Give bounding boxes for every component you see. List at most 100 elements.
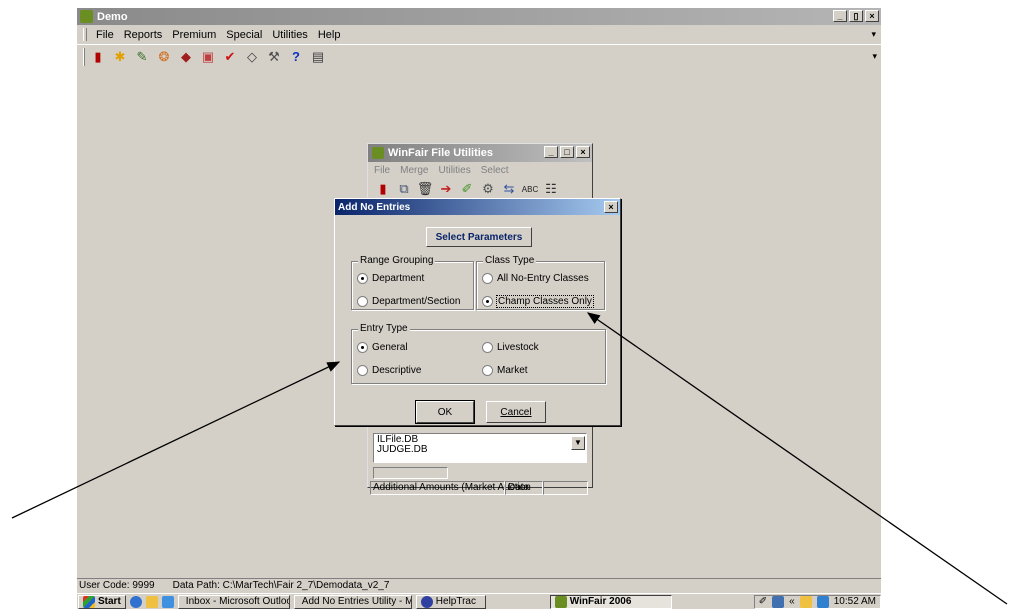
fu-close-button[interactable]: × [576, 146, 590, 158]
pencil-icon[interactable]: ✎ [133, 48, 151, 66]
entry-type-legend: Entry Type [358, 323, 410, 334]
taskbar-item-add-no-entries[interactable]: Add No Entries Utility - M... [293, 594, 412, 609]
file-list[interactable]: ILFile.DB JUDGE.DB ▼ [373, 433, 587, 463]
radio-button[interactable] [482, 342, 493, 353]
status-bar: User Code: 9999 Data Path: C:\MarTech\Fa… [77, 578, 881, 592]
file-utilities-status-bar: Additional Amounts (Market Auction Data [370, 481, 590, 495]
fu-copy-icon[interactable]: ⧉ [395, 180, 413, 198]
radio-market[interactable]: Market [482, 365, 528, 376]
outlook-quick-icon[interactable] [145, 595, 158, 608]
list-item[interactable]: JUDGE.DB [377, 445, 583, 455]
fu-maximize-button[interactable]: □ [560, 146, 574, 158]
radio-label: Champ Classes Only [496, 295, 594, 308]
radio-label: Descriptive [372, 365, 422, 376]
start-button[interactable]: Start [78, 594, 126, 609]
toolbar-overflow-icon[interactable]: ▾ [872, 51, 877, 62]
radio-button-selected[interactable] [357, 273, 368, 284]
fu-menu-select[interactable]: Select [481, 165, 509, 176]
taskbar-item-winfair[interactable]: WinFair 2006 [549, 594, 672, 609]
menu-help[interactable]: Help [317, 29, 342, 41]
menu-premium[interactable]: Premium [171, 29, 217, 41]
taskbar: Start Inbox - Microsoft Outlook Add No E… [77, 593, 881, 609]
radio-button[interactable] [482, 365, 493, 376]
minimize-button[interactable]: _ [833, 10, 847, 22]
file-utilities-toolbar: ▮ ⧉ 🗑 ➔ ✐ ⚙ ⇆ ABC ☷ [368, 178, 592, 200]
fu-menu-merge[interactable]: Merge [400, 165, 428, 176]
checkmark-icon[interactable]: ✔ [221, 48, 239, 66]
tray-outlook-icon[interactable] [799, 595, 812, 608]
fu-delete-icon[interactable]: 🗑 [416, 180, 434, 198]
fu-list-icon[interactable]: ☷ [542, 180, 560, 198]
file-utilities-icon [372, 147, 384, 159]
radio-button[interactable] [482, 273, 493, 284]
tools-icon[interactable]: ⚒ [265, 48, 283, 66]
class-type-legend: Class Type [483, 255, 537, 266]
radio-champ-classes-only[interactable]: Champ Classes Only [482, 295, 594, 308]
taskbar-item-label: WinFair 2006 [569, 596, 632, 607]
taskbar-item-outlook[interactable]: Inbox - Microsoft Outlook [177, 594, 290, 609]
menu-special[interactable]: Special [225, 29, 263, 41]
radio-label: Department [372, 273, 425, 284]
dialog-title: Add No Entries [338, 201, 411, 213]
radio-general[interactable]: General [357, 342, 408, 353]
dialog-close-button[interactable]: × [604, 201, 618, 213]
fu-menu-utilities[interactable]: Utilities [438, 165, 470, 176]
fu-spell-icon[interactable]: ABC [521, 180, 539, 198]
cancel-button[interactable]: Cancel [486, 401, 546, 423]
tray-tool-icon[interactable]: ✐ [759, 596, 767, 607]
menu-file[interactable]: File [95, 29, 115, 41]
select-parameters-button[interactable]: Select Parameters [426, 227, 532, 247]
radio-department-section[interactable]: Department/Section [357, 296, 460, 307]
tray-network-icon[interactable] [816, 595, 829, 608]
menu-grip [83, 28, 87, 41]
menu-utilities[interactable]: Utilities [271, 29, 308, 41]
radio-button[interactable] [357, 296, 368, 307]
desktop-icon[interactable] [161, 595, 174, 608]
fu-swap-icon[interactable]: ⇆ [500, 180, 518, 198]
data-path: Data Path: C:\MarTech\Fair 2_7\Demodata_… [172, 580, 390, 591]
report-icon[interactable]: ▤ [309, 48, 327, 66]
radio-button-selected[interactable] [482, 296, 493, 307]
browser-icon[interactable] [129, 595, 142, 608]
status-extra [543, 481, 588, 495]
ribbon-icon[interactable]: ❂ [155, 48, 173, 66]
clock: 10:52 AM [833, 596, 876, 607]
radio-livestock[interactable]: Livestock [482, 342, 539, 353]
fu-tools-icon[interactable]: ⚙ [479, 180, 497, 198]
runner-icon[interactable]: ✱ [111, 48, 129, 66]
tray-monitor-icon[interactable] [772, 595, 785, 608]
radio-button[interactable] [357, 365, 368, 376]
certificate-icon[interactable]: ▣ [199, 48, 217, 66]
taskbar-item-label: HelpTrac [435, 596, 476, 607]
radio-department[interactable]: Department [357, 273, 424, 284]
tray-expand-icon[interactable]: « [789, 596, 795, 607]
fu-edit-icon[interactable]: ✐ [458, 180, 476, 198]
fu-exit-icon[interactable]: ▮ [374, 180, 392, 198]
close-button[interactable]: × [865, 10, 879, 22]
add-no-entries-dialog: Add No Entries × Select Parameters Range… [334, 198, 621, 426]
range-grouping-legend: Range Grouping [358, 255, 436, 266]
chevron-down-icon[interactable]: ▼ [571, 436, 585, 450]
menu-overflow-icon[interactable]: ▾ [870, 29, 877, 40]
progress-bar [373, 467, 448, 479]
cow-icon[interactable]: ◆ [177, 48, 195, 66]
app-icon [80, 10, 93, 23]
radio-all-no-entry-classes[interactable]: All No-Entry Classes [482, 273, 589, 284]
fu-move-icon[interactable]: ➔ [437, 180, 455, 198]
exit-icon[interactable]: ▮ [89, 48, 107, 66]
radio-button-selected[interactable] [357, 342, 368, 353]
fu-minimize-button[interactable]: _ [544, 146, 558, 158]
taskbar-item-label: Add No Entries Utility - M... [301, 596, 412, 607]
menu-bar: File Reports Premium Special Utilities H… [77, 26, 881, 43]
fu-menu-file[interactable]: File [374, 165, 390, 176]
taskbar-item-helptrac[interactable]: HelpTrac [415, 594, 486, 609]
radio-label: Department/Section [372, 296, 461, 307]
system-tray: ✐ « 10:52 AM [753, 594, 881, 609]
ok-button[interactable]: OK [416, 401, 474, 423]
radio-label: Livestock [497, 342, 539, 353]
help-icon[interactable]: ? [287, 48, 305, 66]
radio-descriptive[interactable]: Descriptive [357, 365, 421, 376]
menu-reports[interactable]: Reports [123, 29, 164, 41]
tag-icon[interactable]: ◇ [243, 48, 261, 66]
restore-button[interactable]: ▯ [849, 10, 863, 22]
